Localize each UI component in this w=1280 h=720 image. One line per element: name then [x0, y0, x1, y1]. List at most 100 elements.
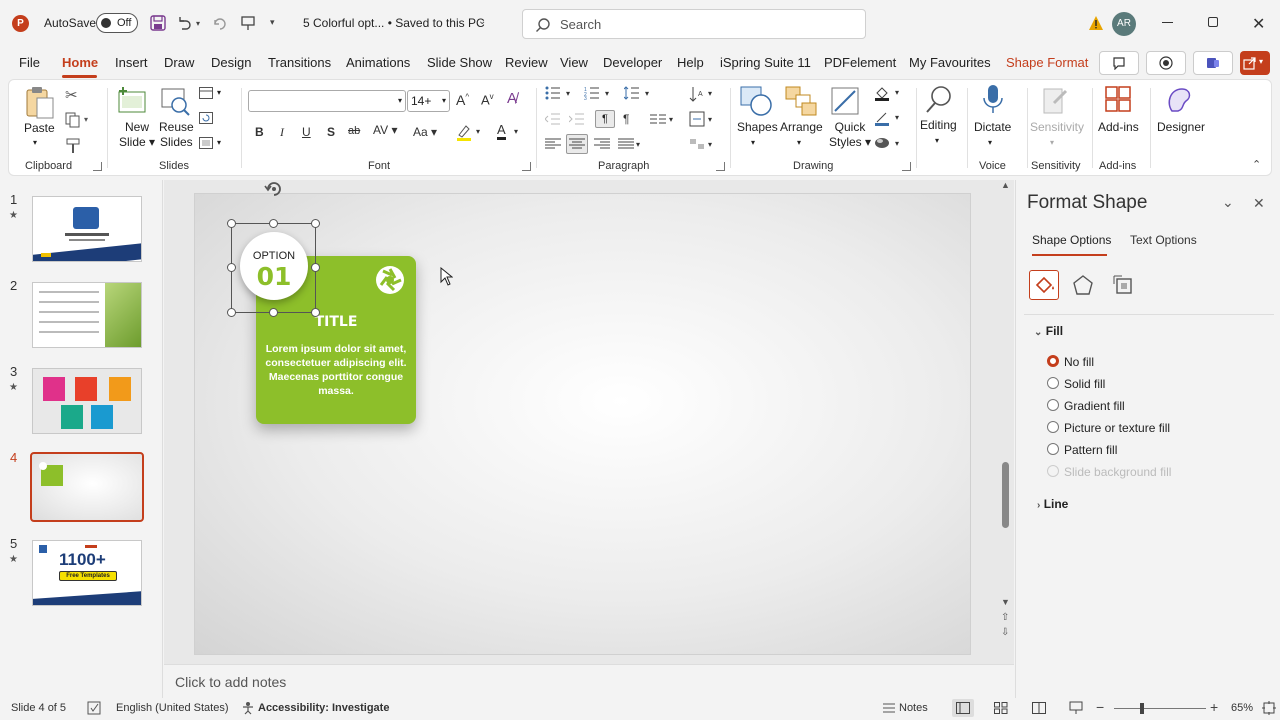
- save-icon[interactable]: [150, 15, 166, 31]
- notes-icon[interactable]: [882, 702, 896, 714]
- underline-icon[interactable]: U: [302, 125, 311, 139]
- pane-close-icon[interactable]: ✕: [1253, 195, 1265, 212]
- picture-fill-radio[interactable]: [1047, 421, 1059, 433]
- restore-icon[interactable]: [1208, 17, 1218, 27]
- solid-fill-label[interactable]: Solid fill: [1064, 377, 1105, 391]
- sensitivity-icon[interactable]: [1040, 85, 1070, 115]
- tab-text-options[interactable]: Text Options: [1130, 233, 1197, 247]
- notes-area[interactable]: Click to add notes: [164, 664, 1014, 698]
- columns-icon[interactable]: [650, 113, 666, 125]
- align-center-icon[interactable]: [566, 134, 588, 154]
- arrange-dropdown-icon[interactable]: ▾: [797, 135, 801, 150]
- columns-dropdown-icon[interactable]: ▾: [669, 115, 673, 124]
- text-direction-dropdown-icon[interactable]: ▾: [708, 89, 712, 98]
- line-section-header[interactable]: › Line: [1037, 497, 1068, 511]
- editing-dropdown-icon[interactable]: ▾: [935, 133, 939, 148]
- fill-line-icon[interactable]: [1029, 270, 1059, 300]
- redo-icon[interactable]: [212, 15, 228, 31]
- quick-styles-button[interactable]: Quick Styles ▾: [829, 120, 871, 150]
- align-left-icon[interactable]: [545, 138, 561, 150]
- numbering-dropdown-icon[interactable]: ▾: [605, 89, 609, 98]
- format-painter-icon[interactable]: [65, 138, 81, 154]
- resize-handle[interactable]: [311, 308, 320, 317]
- strikethrough-icon[interactable]: ab: [348, 125, 360, 137]
- tab-my-favourites[interactable]: My Favourites: [909, 55, 991, 70]
- new-slide-icon[interactable]: [117, 86, 147, 116]
- fit-to-window-icon[interactable]: [1262, 701, 1276, 715]
- cut-icon[interactable]: ✂: [65, 86, 78, 104]
- bullets-icon[interactable]: [545, 86, 561, 100]
- scroll-down-icon[interactable]: ▼: [1001, 597, 1010, 607]
- tab-help[interactable]: Help: [677, 55, 704, 70]
- slide-thumbnail-3[interactable]: [32, 368, 142, 434]
- normal-view-icon[interactable]: [952, 699, 974, 717]
- numbering-icon[interactable]: 123: [584, 86, 600, 100]
- zoom-out-button[interactable]: −: [1096, 699, 1104, 715]
- accessibility-icon[interactable]: [241, 701, 255, 715]
- teams-button[interactable]: [1193, 51, 1233, 75]
- clear-formatting-icon[interactable]: A̸: [507, 90, 517, 107]
- shape-fill-dropdown-icon[interactable]: ▾: [895, 88, 899, 97]
- slide-canvas[interactable]: TITLE Lorem ipsum dolor sit amet, consec…: [194, 193, 971, 655]
- pattern-fill-radio[interactable]: [1047, 443, 1059, 455]
- tab-shape-format[interactable]: Shape Format: [1006, 55, 1088, 70]
- reuse-slides-button[interactable]: Reuse Slides: [159, 120, 194, 150]
- section-icon[interactable]: [199, 137, 213, 149]
- dictate-dropdown-icon[interactable]: ▾: [988, 135, 992, 150]
- no-fill-radio[interactable]: [1047, 355, 1059, 367]
- zoom-slider[interactable]: [1114, 703, 1206, 714]
- smartart-icon[interactable]: [689, 136, 705, 152]
- tab-insert[interactable]: Insert: [115, 55, 148, 70]
- sensitivity-dropdown-icon[interactable]: ▾: [1050, 135, 1054, 150]
- designer-icon[interactable]: [1164, 85, 1194, 115]
- next-slide-icon[interactable]: ⇩: [1001, 627, 1009, 638]
- arrange-button[interactable]: Arrange: [780, 120, 823, 135]
- justify-icon[interactable]: [618, 138, 634, 150]
- layout-dropdown-icon[interactable]: ▾: [217, 88, 221, 97]
- language[interactable]: English (United States): [116, 702, 229, 714]
- present-icon[interactable]: [240, 15, 256, 31]
- italic-icon[interactable]: I: [280, 125, 284, 140]
- shadow-icon[interactable]: S: [327, 125, 335, 139]
- customize-qat-icon[interactable]: ▾: [270, 17, 275, 28]
- tab-design[interactable]: Design: [211, 55, 251, 70]
- shapes-button[interactable]: Shapes: [737, 120, 778, 135]
- line-spacing-icon[interactable]: [624, 86, 640, 100]
- vertical-scrollbar[interactable]: ▲ ▼ ⇧ ⇩: [998, 180, 1014, 644]
- shape-effects-dropdown-icon[interactable]: ▾: [895, 139, 899, 148]
- align-text-icon[interactable]: [689, 111, 705, 127]
- slide-thumbnail-2[interactable]: [32, 282, 142, 348]
- tab-file[interactable]: File: [19, 55, 40, 70]
- resize-handle[interactable]: [269, 308, 278, 317]
- tab-shape-options[interactable]: Shape Options: [1032, 233, 1111, 247]
- rtl-icon[interactable]: ¶: [623, 112, 629, 126]
- editing-button[interactable]: Editing: [920, 118, 957, 133]
- shape-effects-icon[interactable]: [874, 136, 890, 150]
- increase-indent-icon[interactable]: [569, 112, 585, 126]
- editing-icon[interactable]: [924, 85, 954, 115]
- close-icon[interactable]: ✕: [1252, 14, 1265, 34]
- slide-show-icon[interactable]: [1069, 701, 1083, 715]
- paragraph-launcher-icon[interactable]: [716, 162, 725, 171]
- shape-fill-icon[interactable]: [874, 85, 890, 101]
- font-launcher-icon[interactable]: [522, 162, 531, 171]
- designer-button[interactable]: Designer: [1157, 120, 1205, 135]
- text-direction-icon[interactable]: A: [689, 86, 705, 102]
- tab-view[interactable]: View: [560, 55, 588, 70]
- reading-view-icon[interactable]: [1032, 702, 1046, 714]
- tab-slide-show[interactable]: Slide Show: [427, 55, 492, 70]
- scroll-up-icon[interactable]: ▲: [1001, 180, 1010, 190]
- font-color-icon[interactable]: A: [497, 123, 506, 140]
- shapes-icon[interactable]: [739, 85, 773, 117]
- resize-handle[interactable]: [269, 219, 278, 228]
- copy-dropdown-icon[interactable]: ▾: [84, 115, 88, 124]
- quick-styles-icon[interactable]: [829, 85, 863, 117]
- solid-fill-radio[interactable]: [1047, 377, 1059, 389]
- gradient-fill-radio[interactable]: [1047, 399, 1059, 411]
- copy-icon[interactable]: [65, 112, 81, 128]
- collapse-ribbon-icon[interactable]: ⌃: [1252, 158, 1261, 171]
- tab-draw[interactable]: Draw: [164, 55, 194, 70]
- shape-outline-dropdown-icon[interactable]: ▾: [895, 113, 899, 122]
- arrange-icon[interactable]: [784, 85, 818, 117]
- layout-icon[interactable]: [199, 87, 213, 99]
